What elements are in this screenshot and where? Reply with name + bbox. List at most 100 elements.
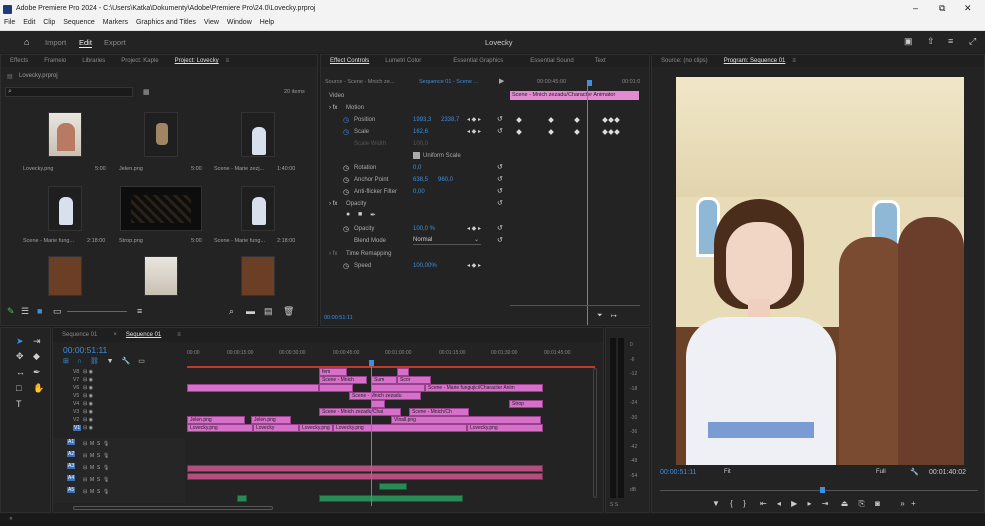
clip[interactable]: [371, 384, 425, 392]
status-icon[interactable]: ⚬: [8, 515, 14, 523]
slip-tool-icon[interactable]: ↔: [16, 368, 25, 377]
clip[interactable]: Lovecky.png: [467, 424, 543, 432]
anchor-reset-icon[interactable]: ↺: [497, 175, 503, 183]
opacity-value-reset-icon[interactable]: ↺: [497, 224, 503, 232]
filter-icon[interactable]: ⏷: [597, 312, 603, 320]
clip[interactable]: Lovecky: [253, 424, 299, 432]
rectangle-tool-icon[interactable]: □: [16, 384, 21, 393]
track-v4[interactable]: V4: [73, 401, 79, 407]
nest-icon[interactable]: ⊞: [63, 358, 69, 365]
track-v5[interactable]: V5: [73, 393, 79, 399]
tab-source[interactable]: Source: (no clips): [661, 58, 708, 64]
track-v2[interactable]: V2: [73, 417, 79, 423]
ec-zoom-scrollbar[interactable]: [510, 305, 640, 306]
clip[interactable]: [397, 368, 409, 376]
workspaces-menu-icon[interactable]: ≡: [948, 36, 953, 46]
new-bin-icon[interactable]: ▦: [143, 88, 150, 96]
antiflicker-reset-icon[interactable]: ↺: [497, 187, 503, 195]
fx-opacity-toggle[interactable]: › fx: [329, 201, 337, 207]
more-controls-icon[interactable]: »: [900, 499, 904, 508]
find-icon[interactable]: ⌕: [229, 307, 234, 316]
export-frame-icon[interactable]: ↦: [611, 312, 617, 320]
workspace-edit[interactable]: Edit: [79, 38, 92, 48]
camera-icon[interactable]: ◙: [875, 499, 880, 508]
track-v8[interactable]: V8: [73, 369, 79, 375]
opacity-value[interactable]: 100,0 %: [413, 226, 435, 232]
opacity-reset-icon[interactable]: ↺: [497, 199, 503, 207]
clip[interactable]: Scene - Mnich zezadu: [349, 392, 421, 400]
track-a3[interactable]: A3: [67, 463, 76, 469]
sort-icon[interactable]: ≡: [137, 307, 142, 316]
close-tab-icon[interactable]: ×: [113, 332, 117, 338]
thumb-scene-marie-1[interactable]: [241, 112, 275, 157]
new-item-icon[interactable]: ▤: [264, 307, 273, 316]
tab-effects[interactable]: Effects: [10, 58, 28, 64]
program-scrubber[interactable]: [660, 490, 978, 491]
solo-buttons[interactable]: S S: [610, 502, 618, 508]
position-keyframe-nav[interactable]: ◂ ◆ ▸: [467, 116, 481, 123]
mask-rectangle-icon[interactable]: ■: [358, 211, 362, 218]
mark-out-icon[interactable]: }: [743, 499, 746, 508]
keyframe[interactable]: [614, 117, 620, 123]
fx-time-remap-toggle[interactable]: › fx: [329, 251, 337, 257]
thumb-item-9[interactable]: [241, 256, 275, 296]
clip[interactable]: Scene - Marie fungujici/Character Anim: [425, 384, 543, 392]
scale-reset-icon[interactable]: ↺: [497, 127, 503, 135]
menu-file[interactable]: File: [4, 19, 15, 26]
clip[interactable]: [187, 384, 319, 392]
keyframe[interactable]: [602, 117, 608, 123]
play-only-icon[interactable]: ▶: [499, 77, 504, 85]
settings-wrench-icon[interactable]: 🔧: [910, 468, 919, 476]
audio-clip-a3b[interactable]: [187, 473, 543, 480]
linked-selection-icon[interactable]: ⛓: [90, 358, 99, 365]
add-marker-icon[interactable]: ▼: [107, 358, 114, 365]
keyframe[interactable]: [574, 129, 580, 135]
tab-text[interactable]: Text: [595, 58, 606, 64]
razor-tool-icon[interactable]: ◆: [33, 352, 40, 361]
position-stopwatch-icon[interactable]: ◷: [343, 116, 349, 124]
tab-sequence-01-a[interactable]: Sequence 01: [62, 332, 97, 338]
workspace-export[interactable]: Export: [104, 38, 126, 47]
keyframe[interactable]: [608, 129, 614, 135]
audio-track-toggles[interactable]: ⊟ M S 🎙 ⊟ M S 🎙 ⊟ M S 🎙 ⊟ M S 🎙 ⊟ M S 🎙: [83, 438, 173, 498]
tab-project-kaple[interactable]: Project: Kaple: [121, 58, 158, 64]
play-icon[interactable]: ▶: [791, 499, 797, 508]
clip[interactable]: Sum: [371, 376, 397, 384]
scale-value[interactable]: 162,6: [413, 129, 428, 135]
ec-clip-bar[interactable]: Scene - Mnich zezadu/Character Animator: [510, 91, 639, 100]
clip[interactable]: Lovecky.png: [187, 424, 253, 432]
clip[interactable]: Scene - Mnich/Ch: [409, 408, 469, 416]
keyframe[interactable]: [608, 117, 614, 123]
menu-help[interactable]: Help: [260, 19, 274, 26]
maximize-icon[interactable]: ⧉: [939, 3, 945, 14]
opacity-keyframe-nav[interactable]: ◂ ◆ ▸: [467, 225, 481, 232]
track-v1[interactable]: V1: [73, 425, 82, 431]
clip[interactable]: fem: [319, 368, 347, 376]
home-icon[interactable]: ⌂: [24, 37, 29, 47]
speed-keyframe-nav[interactable]: ◂ ◆ ▸: [467, 262, 481, 269]
blend-mode-select[interactable]: Normal ⌄: [413, 236, 481, 245]
thumb-item-7[interactable]: [48, 256, 82, 296]
lift-icon[interactable]: ⏏: [841, 499, 849, 508]
track-v3[interactable]: V3: [73, 409, 79, 415]
menu-markers[interactable]: Markers: [103, 19, 128, 26]
track-toggles[interactable]: ⊟ ◉ ⊟ ◉ ⊟ ◉ ⊟ ◉ ⊟ ◉ ⊟ ◉ ⊟ ◉ ⊟ ◉: [83, 368, 123, 432]
clip[interactable]: Strop: [509, 400, 543, 408]
go-to-in-icon[interactable]: ⇤: [760, 499, 767, 508]
audio-clip-a5-1[interactable]: [237, 495, 247, 502]
clip[interactable]: Lovecky.png: [299, 424, 333, 432]
menu-graphics[interactable]: Graphics and Titles: [136, 19, 196, 26]
mask-pen-icon[interactable]: ✒: [370, 211, 376, 219]
step-back-icon[interactable]: ◂: [777, 499, 781, 508]
track-a4[interactable]: A4: [67, 475, 76, 481]
list-view-icon[interactable]: ☰: [21, 307, 29, 316]
marker-icon[interactable]: ▼: [712, 499, 720, 508]
clip[interactable]: [371, 400, 385, 408]
monitor-menu-icon[interactable]: ≡: [792, 58, 796, 64]
track-a2[interactable]: A2: [67, 451, 76, 457]
work-area-bar[interactable]: [187, 366, 595, 368]
ripple-edit-icon[interactable]: ✥: [16, 352, 24, 361]
rotation-reset-icon[interactable]: ↺: [497, 163, 503, 171]
keyframe[interactable]: [574, 117, 580, 123]
keyframe[interactable]: [516, 129, 522, 135]
